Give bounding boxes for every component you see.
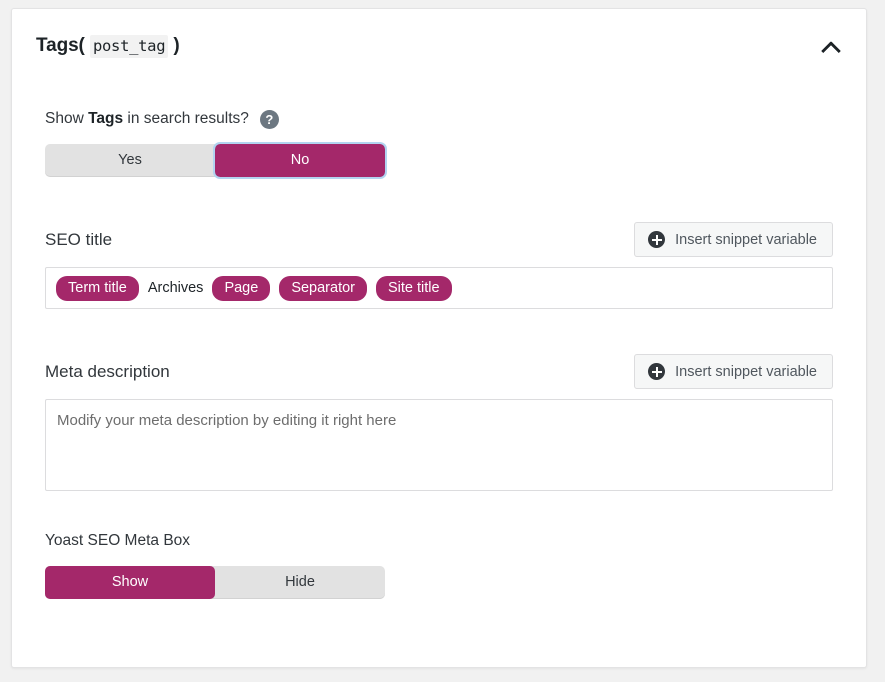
taxonomy-settings-card: Tags( post_tag ) Show Tags in search res… — [11, 8, 867, 668]
snippet-variable-separator[interactable]: Separator — [279, 276, 367, 301]
help-question-icon[interactable]: ? — [260, 110, 279, 129]
meta-description-header: Meta description Insert snippet variable — [45, 354, 833, 389]
page-title-text: Tags — [36, 35, 79, 56]
snippet-variable-site-title[interactable]: Site title — [376, 276, 452, 301]
card-header: Tags( post_tag ) — [12, 9, 866, 71]
meta-description-label: Meta description — [45, 361, 170, 383]
search-visibility-option-no[interactable]: No — [215, 144, 385, 177]
meta-box-toggle: Show Hide — [45, 566, 385, 599]
seo-title-header: SEO title Insert snippet variable — [45, 222, 833, 257]
collapse-panel-button[interactable] — [814, 31, 848, 65]
snippet-variable-term-title[interactable]: Term title — [56, 276, 139, 301]
search-visibility-label-row: Show Tags in search results? ? — [45, 109, 833, 129]
paren-open: ( — [79, 35, 85, 56]
label-strong: Tags — [88, 110, 123, 127]
meta-box-label: Yoast SEO Meta Box — [45, 531, 833, 551]
meta-description-textarea[interactable] — [45, 399, 833, 491]
meta-box-option-show[interactable]: Show — [45, 566, 215, 599]
page-title: Tags( post_tag ) — [36, 33, 180, 59]
seo-title-plain-text: Archives — [148, 280, 204, 296]
plus-circle-icon — [648, 231, 665, 248]
meta-description-insert-snippet-variable-button[interactable]: Insert snippet variable — [634, 354, 833, 389]
plus-circle-icon — [648, 363, 665, 380]
label-prefix: Show — [45, 110, 88, 127]
search-visibility-option-yes[interactable]: Yes — [45, 144, 215, 177]
label-suffix: in search results? — [123, 110, 249, 127]
taxonomy-slug: post_tag — [90, 35, 168, 58]
meta-box-option-hide[interactable]: Hide — [215, 566, 385, 599]
card-body: Show Tags in search results? ? Yes No SE… — [12, 109, 866, 599]
snippet-variable-page[interactable]: Page — [212, 276, 270, 301]
insert-snippet-variable-label: Insert snippet variable — [675, 364, 817, 380]
search-visibility-toggle: Yes No — [45, 144, 385, 177]
seo-title-input[interactable]: Term title Archives Page Separator Site … — [45, 267, 833, 309]
paren-close: ) — [173, 35, 179, 56]
insert-snippet-variable-label: Insert snippet variable — [675, 232, 817, 248]
seo-title-insert-snippet-variable-button[interactable]: Insert snippet variable — [634, 222, 833, 257]
chevron-up-icon — [821, 41, 841, 61]
seo-title-label: SEO title — [45, 229, 112, 251]
search-visibility-label: Show Tags in search results? — [45, 109, 249, 129]
